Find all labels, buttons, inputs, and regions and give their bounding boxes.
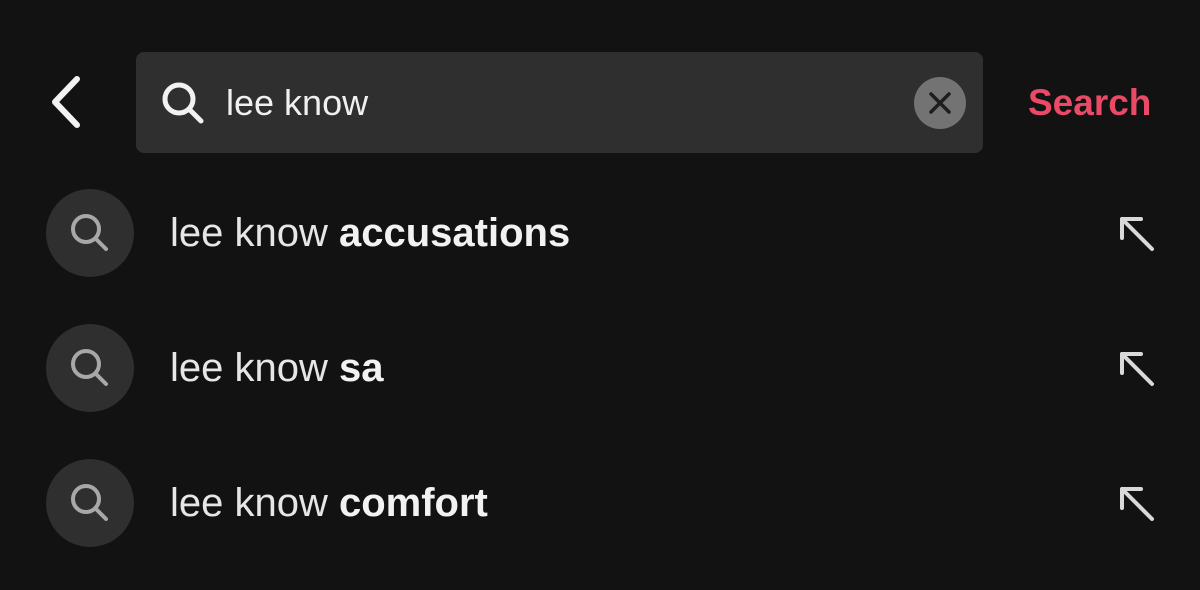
search-submit-button[interactable]: Search bbox=[1028, 78, 1151, 128]
suggestion-prefix: lee know bbox=[170, 346, 339, 390]
arrow-up-left-icon[interactable] bbox=[1114, 211, 1160, 257]
suggestion-icon-circle bbox=[46, 324, 134, 412]
arrow-up-left-icon[interactable] bbox=[1114, 481, 1160, 527]
search-icon bbox=[71, 349, 108, 386]
search-bar[interactable] bbox=[136, 52, 983, 153]
close-icon bbox=[929, 92, 951, 114]
suggestion-text: lee know comfort bbox=[170, 479, 488, 527]
suggestion-completion: comfort bbox=[338, 481, 488, 525]
suggestion-text: lee know sa bbox=[170, 344, 383, 392]
suggestion-item[interactable]: lee know accusations bbox=[0, 173, 1200, 293]
suggestion-completion: sa bbox=[338, 346, 384, 390]
search-icon bbox=[162, 82, 204, 124]
suggestion-item[interactable]: lee know sa bbox=[0, 308, 1200, 428]
chevron-left-icon bbox=[52, 76, 80, 128]
back-button[interactable] bbox=[38, 70, 94, 134]
suggestion-text: lee know accusations bbox=[170, 209, 570, 257]
suggestion-prefix: lee know bbox=[170, 211, 339, 255]
suggestion-icon-circle bbox=[46, 459, 134, 547]
search-input[interactable] bbox=[226, 74, 966, 132]
clear-search-button[interactable] bbox=[914, 77, 966, 129]
suggestion-icon-circle bbox=[46, 189, 134, 277]
suggestion-prefix: lee know bbox=[170, 481, 339, 525]
suggestion-item[interactable]: lee know comfort bbox=[0, 443, 1200, 563]
arrow-up-left-icon[interactable] bbox=[1114, 346, 1160, 392]
search-icon bbox=[71, 484, 108, 521]
search-icon bbox=[71, 214, 108, 251]
suggestion-completion: accusations bbox=[338, 211, 571, 255]
